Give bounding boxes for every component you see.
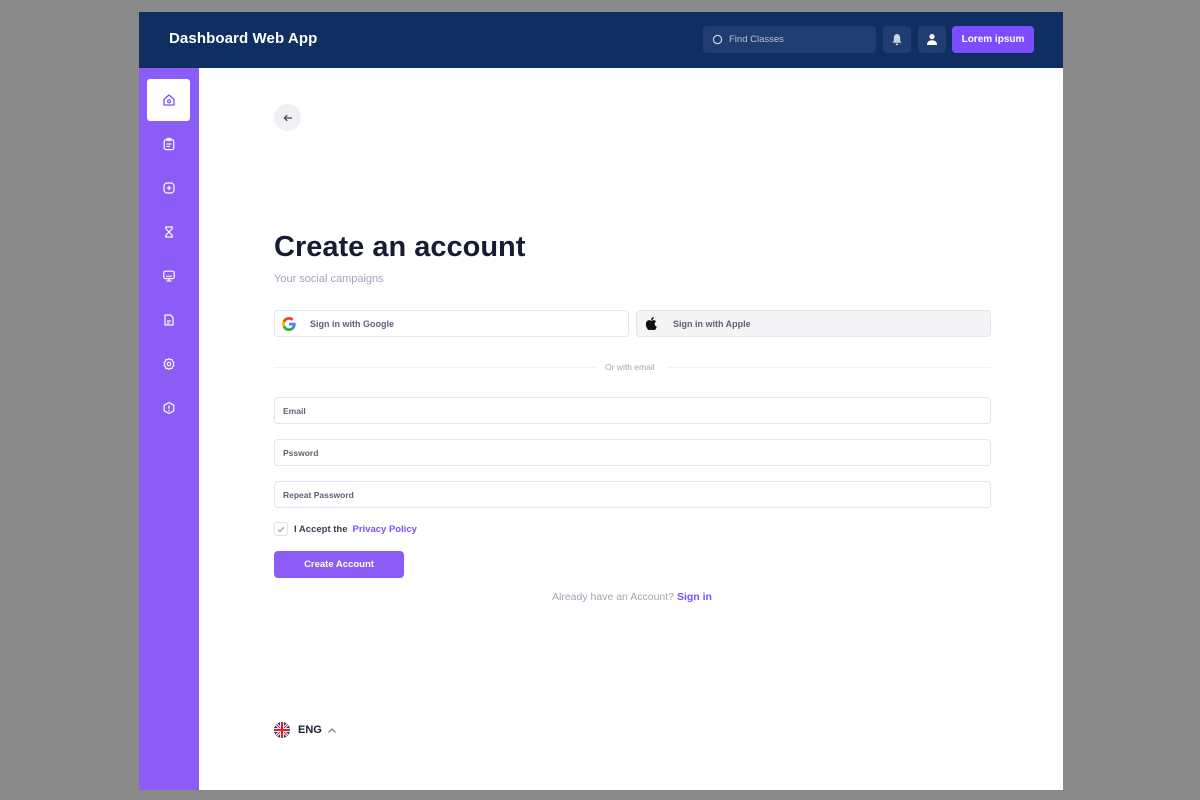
page-subtitle: Your social campaigns [274, 273, 384, 285]
apple-signin-button[interactable]: Sign in with Apple [636, 310, 991, 337]
warning-icon [163, 401, 174, 415]
repeat-password-field[interactable] [274, 481, 991, 508]
top-bar: Dashboard Web App Lorem ipsum [139, 12, 1063, 68]
document-icon [163, 314, 174, 326]
app-window: Dashboard Web App Lorem ipsum [139, 12, 1063, 790]
sidebar-item-monitor[interactable] [147, 255, 190, 297]
sidebar [139, 68, 199, 790]
language-selector[interactable]: ENG [274, 722, 337, 738]
notifications-button[interactable] [883, 26, 911, 53]
google-icon [282, 316, 296, 331]
page-title: Create an account [274, 231, 526, 263]
bell-icon [892, 34, 902, 46]
home-icon [162, 94, 175, 106]
sidebar-item-timer[interactable] [147, 211, 190, 253]
divider-text: Or with email [605, 362, 655, 372]
lorem-ipsum-button[interactable]: Lorem ipsum [952, 26, 1034, 53]
uk-flag-icon [274, 722, 290, 738]
add-square-icon [162, 182, 175, 194]
sidebar-item-add[interactable] [147, 167, 190, 209]
chevron-up-icon [327, 727, 336, 733]
sidebar-item-document[interactable] [147, 299, 190, 341]
user-icon [927, 34, 937, 45]
email-field[interactable] [274, 397, 991, 424]
signin-prompt: Already have an Account? Sign in [552, 591, 712, 603]
arrow-left-icon [283, 114, 292, 121]
sidebar-item-alerts[interactable] [147, 387, 190, 429]
password-field[interactable] [274, 439, 991, 466]
clipboard-icon [163, 137, 174, 151]
sign-in-link[interactable]: Sign in [677, 591, 712, 603]
google-signin-button[interactable]: Sign in with Google [274, 310, 629, 337]
terms-label: I Accept the [294, 523, 348, 535]
main-content: Create an account Your social campaigns … [199, 68, 1063, 790]
divider-right [668, 367, 991, 368]
privacy-policy-link[interactable]: Privacy Policy [353, 524, 417, 535]
create-account-button[interactable]: Create Account [274, 551, 404, 578]
already-have-account-text: Already have an Account? [552, 591, 675, 603]
apple-signin-label: Sign in with Apple [673, 318, 751, 329]
monitor-icon [162, 270, 175, 282]
back-button[interactable] [274, 104, 301, 131]
profile-button[interactable] [918, 26, 946, 53]
search-input[interactable] [729, 26, 869, 53]
search-box[interactable] [703, 26, 876, 53]
apple-icon [645, 317, 657, 330]
sidebar-item-settings[interactable] [147, 343, 190, 385]
terms-row: I Accept the Privacy Policy [274, 522, 417, 536]
hourglass-icon [164, 226, 173, 238]
sidebar-item-home[interactable] [147, 79, 190, 121]
search-icon [712, 34, 723, 45]
check-icon [277, 526, 285, 532]
terms-checkbox[interactable] [274, 522, 288, 536]
language-label: ENG [298, 724, 322, 736]
google-signin-label: Sign in with Google [310, 318, 394, 329]
sidebar-item-clipboard[interactable] [147, 123, 190, 165]
divider-left [274, 367, 596, 368]
app-title: Dashboard Web App [169, 30, 318, 47]
settings-icon [162, 357, 175, 371]
